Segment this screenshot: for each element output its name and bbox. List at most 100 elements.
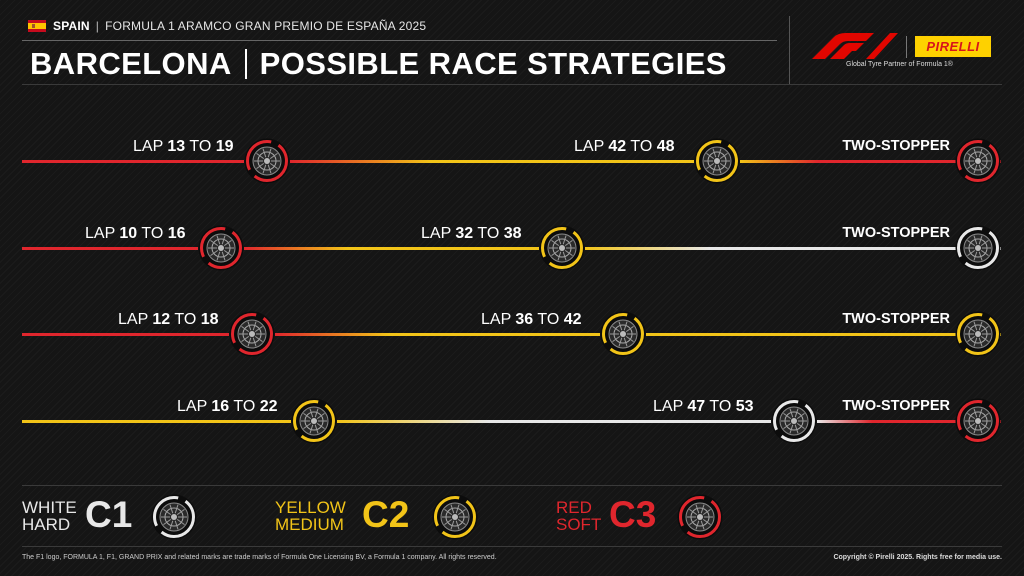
legend-item-hard: WHITE HARD C1 bbox=[22, 494, 201, 540]
spain-flag-icon bbox=[28, 20, 46, 32]
pit-window-prefix: LAP bbox=[85, 225, 115, 242]
stint-1-line bbox=[22, 333, 229, 336]
page-title: BARCELONA POSSIBLE RACE STRATEGIES bbox=[30, 44, 727, 84]
pit-window-1: LAP 12 TO 18 bbox=[118, 311, 219, 329]
legend-compound-name: RED SOFT bbox=[556, 499, 601, 533]
medium-tyre-icon bbox=[539, 225, 585, 271]
pit-window-prefix: LAP bbox=[118, 311, 148, 328]
pit-window-to-word: TO bbox=[189, 138, 212, 155]
pit-window-2: LAP 42 TO 48 bbox=[574, 138, 675, 156]
title-separator bbox=[244, 49, 247, 79]
pit-window-from: 13 bbox=[167, 138, 186, 155]
pit-window-1: LAP 10 TO 16 bbox=[85, 225, 186, 243]
stint-2-line bbox=[337, 420, 771, 423]
pit-window-to: 53 bbox=[735, 398, 754, 415]
strategy-label: TWO-STOPPER bbox=[842, 398, 950, 414]
pit-window-to-word: TO bbox=[174, 311, 197, 328]
pit-window-to-word: TO bbox=[537, 311, 560, 328]
stint-1-line bbox=[22, 420, 291, 423]
strategy-row: LAP 12 TO 18 LAP 36 TO 42 TWO-STOPPER bbox=[0, 297, 1024, 357]
pit-window-to: 16 bbox=[167, 225, 186, 242]
legend-compound-code: C1 bbox=[85, 494, 133, 535]
pit-window-to-word: TO bbox=[141, 225, 164, 242]
pit-window-prefix: LAP bbox=[421, 225, 451, 242]
legend-hardness: HARD bbox=[22, 515, 71, 534]
trademark-notice: The F1 logo, FORMULA 1, F1, GRAND PRIX a… bbox=[22, 554, 497, 561]
legend-hardness: MEDIUM bbox=[275, 515, 344, 534]
logo-separator bbox=[906, 36, 907, 58]
pit-window-from: 16 bbox=[211, 398, 230, 415]
stint-2-line bbox=[290, 160, 694, 163]
stint-1-line bbox=[22, 160, 244, 163]
stint-3-line bbox=[585, 247, 1001, 250]
hard-tyre-icon bbox=[955, 225, 1001, 271]
pit-window-to: 42 bbox=[563, 311, 582, 328]
pit-window-2: LAP 36 TO 42 bbox=[481, 311, 582, 329]
pit-window-from: 12 bbox=[152, 311, 171, 328]
pit-window-to-word: TO bbox=[630, 138, 653, 155]
soft-tyre-icon bbox=[198, 225, 244, 271]
legend-compound-name: YELLOW MEDIUM bbox=[275, 499, 346, 533]
title-circuit: BARCELONA bbox=[30, 46, 232, 81]
stint-2-line bbox=[244, 247, 539, 250]
stint-2-line bbox=[275, 333, 600, 336]
hard-tyre-icon bbox=[151, 494, 197, 540]
medium-tyre-icon bbox=[432, 494, 478, 540]
header-divider bbox=[22, 40, 777, 41]
soft-tyre-icon bbox=[244, 138, 290, 184]
pit-window-from: 47 bbox=[687, 398, 706, 415]
pirelli-logo: PIRELLI bbox=[915, 36, 991, 57]
pit-window-2: LAP 47 TO 53 bbox=[653, 398, 754, 416]
soft-tyre-icon bbox=[955, 398, 1001, 444]
pit-window-from: 36 bbox=[515, 311, 534, 328]
pit-window-from: 32 bbox=[455, 225, 474, 242]
pit-window-prefix: LAP bbox=[481, 311, 511, 328]
medium-tyre-icon bbox=[291, 398, 337, 444]
pit-window-to: 22 bbox=[259, 398, 278, 415]
soft-tyre-icon bbox=[955, 138, 1001, 184]
medium-tyre-icon bbox=[955, 311, 1001, 357]
legend-colour: YELLOW bbox=[275, 498, 346, 517]
legend-colour: RED bbox=[556, 498, 592, 517]
strategy-label: TWO-STOPPER bbox=[842, 225, 950, 241]
pit-window-to: 38 bbox=[503, 225, 522, 242]
pit-window-prefix: LAP bbox=[177, 398, 207, 415]
copyright-notice: Copyright © Pirelli 2025. Rights free fo… bbox=[833, 554, 1002, 561]
pit-window-to: 18 bbox=[200, 311, 219, 328]
strategy-row: LAP 13 TO 19 LAP 42 TO 48 TWO-STOPPER bbox=[0, 124, 1024, 184]
legend-colour: WHITE bbox=[22, 498, 77, 517]
pit-window-from: 42 bbox=[608, 138, 627, 155]
race-name: FORMULA 1 ARAMCO GRAN PREMIO DE ESPAÑA 2… bbox=[105, 19, 427, 33]
strategy-row: LAP 10 TO 16 LAP 32 TO 38 TWO-STOPPER bbox=[0, 211, 1024, 271]
legend-item-medium: YELLOW MEDIUM C2 bbox=[275, 494, 482, 540]
soft-tyre-icon bbox=[677, 494, 723, 540]
partner-text: Global Tyre Partner of Formula 1® bbox=[846, 61, 953, 68]
pit-window-prefix: LAP bbox=[653, 398, 683, 415]
pit-window-from: 10 bbox=[119, 225, 138, 242]
legend-compound-code: C3 bbox=[609, 494, 657, 535]
pit-window-to: 48 bbox=[656, 138, 675, 155]
pit-window-to-word: TO bbox=[709, 398, 732, 415]
footer-divider bbox=[22, 546, 1002, 547]
pit-window-to-word: TO bbox=[477, 225, 500, 242]
strategy-label: TWO-STOPPER bbox=[842, 138, 950, 154]
legend-compound-code: C2 bbox=[362, 494, 410, 535]
pit-window-1: LAP 13 TO 19 bbox=[133, 138, 234, 156]
soft-tyre-icon bbox=[229, 311, 275, 357]
medium-tyre-icon bbox=[600, 311, 646, 357]
race-header: SPAIN | FORMULA 1 ARAMCO GRAN PREMIO DE … bbox=[28, 17, 426, 35]
pit-window-2: LAP 32 TO 38 bbox=[421, 225, 522, 243]
section-divider bbox=[22, 84, 1002, 85]
pit-window-prefix: LAP bbox=[133, 138, 163, 155]
legend-hardness: SOFT bbox=[556, 515, 602, 534]
brand-logos: PIRELLI Global Tyre Partner of Formula 1… bbox=[808, 33, 998, 73]
legend-divider bbox=[22, 485, 1002, 486]
stint-1-line bbox=[22, 247, 198, 250]
stint-3-line bbox=[646, 333, 1001, 336]
medium-tyre-icon bbox=[694, 138, 740, 184]
hard-tyre-icon bbox=[771, 398, 817, 444]
logo-divider-vertical bbox=[789, 16, 790, 84]
strategy-label: TWO-STOPPER bbox=[842, 311, 950, 327]
strategy-row: LAP 16 TO 22 LAP 47 TO 53 TWO-STOPPER bbox=[0, 384, 1024, 444]
header-separator: | bbox=[95, 19, 100, 33]
